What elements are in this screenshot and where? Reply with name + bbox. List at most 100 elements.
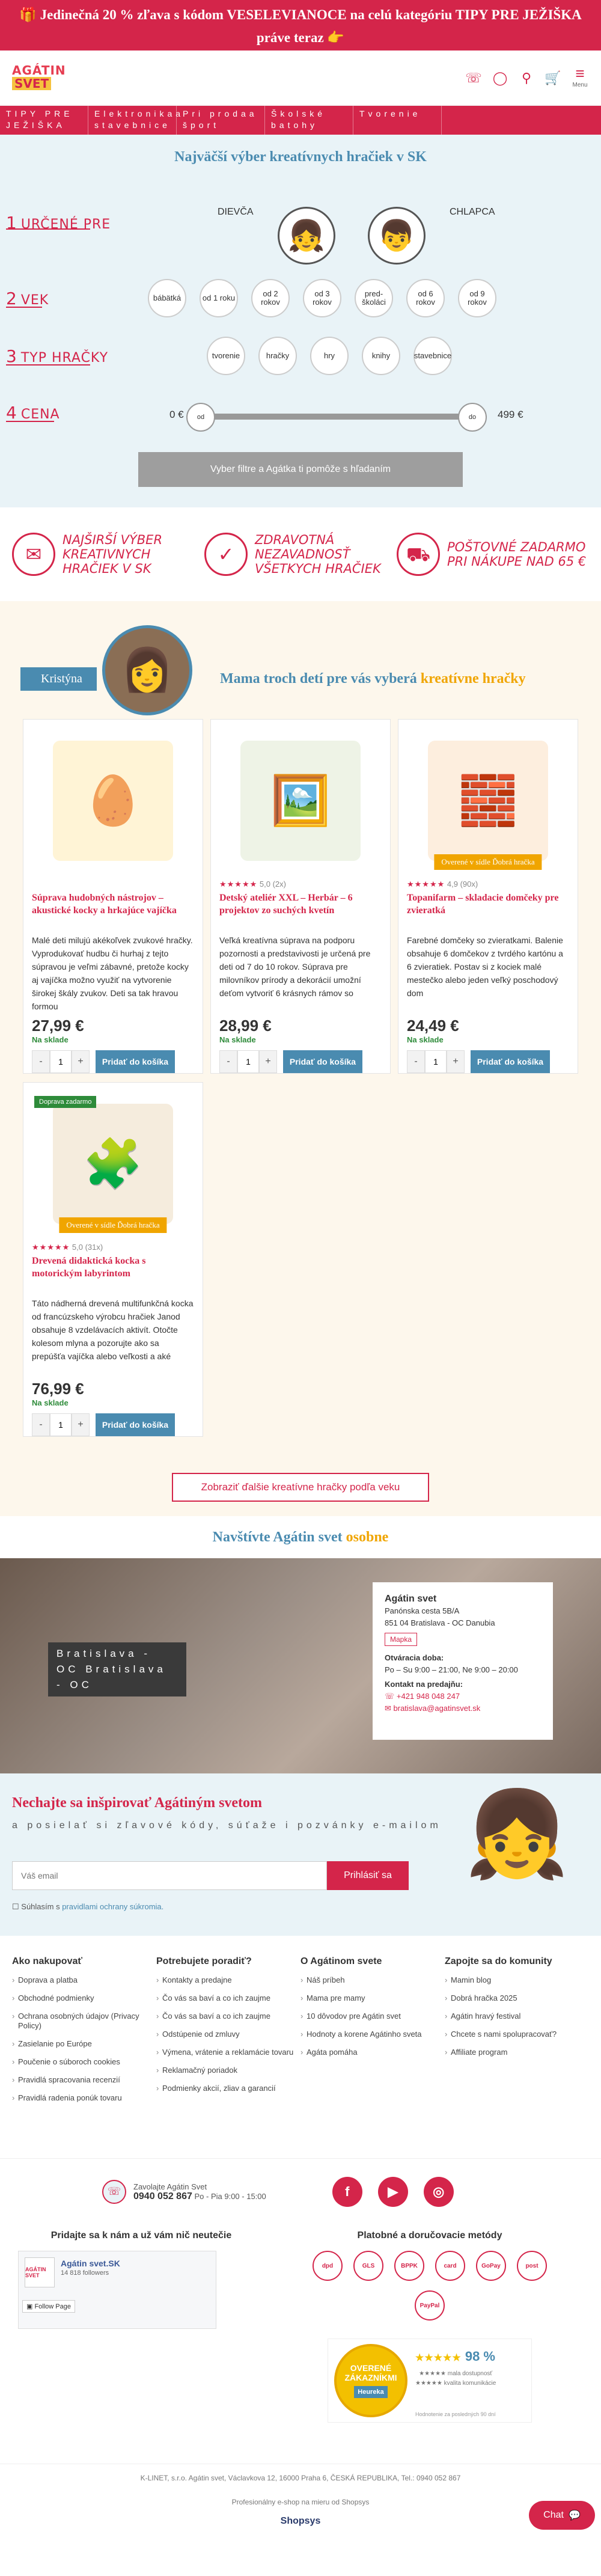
page-name[interactable]: Agátin svet.SK — [61, 2259, 120, 2268]
age-option[interactable]: od 1 roku — [200, 279, 238, 317]
phone-icon[interactable]: ☏ — [463, 67, 484, 89]
product-image[interactable]: 🖼️ — [219, 726, 382, 876]
footer-link[interactable]: Poučenie o súboroch cookies — [12, 2057, 156, 2067]
qty-increase-button[interactable]: + — [72, 1050, 90, 1073]
footer-link[interactable]: Mama pre mamy — [300, 1993, 445, 2003]
category-link[interactable]: Školské batohy — [265, 106, 353, 135]
boy-avatar-option[interactable]: 👦 — [368, 207, 426, 265]
type-option[interactable]: tvorenie — [207, 337, 245, 375]
price-slider-track[interactable] — [186, 414, 487, 420]
footer-link[interactable]: Chcete s nami spolupracovať? — [445, 2030, 589, 2039]
footer-link[interactable]: Zasielanie po Európe — [12, 2039, 156, 2049]
qty-decrease-button[interactable]: - — [32, 1413, 50, 1436]
footer-link[interactable]: Náš príbeh — [300, 1975, 445, 1985]
product-image[interactable]: 🥚 — [32, 726, 194, 876]
footer-link[interactable]: Výmena, vrátenie a reklamácie tovaru — [156, 2048, 300, 2057]
product-title[interactable]: Topanifarm – skladacie domčeky pre zvier… — [407, 892, 569, 930]
site-logo[interactable]: AGÁTIN SVET — [12, 64, 66, 93]
facebook-icon[interactable]: f — [332, 2176, 362, 2207]
instagram-icon[interactable]: ◎ — [423, 2176, 454, 2207]
footer-link[interactable]: 10 dôvodov pre Agátin svet — [300, 2012, 445, 2021]
qty-input[interactable] — [425, 1050, 447, 1073]
shopsys-logo[interactable]: Shopsys — [0, 2516, 601, 2527]
store-phone-link[interactable]: ☏ +421 948 048 247 — [385, 1690, 541, 1703]
map-button[interactable]: Mapka — [385, 1633, 418, 1646]
add-to-cart-button[interactable]: Pridať do košíka — [96, 1413, 175, 1436]
add-to-cart-button[interactable]: Pridať do košíka — [96, 1050, 175, 1073]
category-link[interactable]: Pri prodaa šport — [177, 106, 265, 135]
newsletter-subscribe-button[interactable]: Prihlásiť sa — [327, 1861, 409, 1890]
age-option[interactable]: od 3 rokov — [303, 279, 341, 317]
footer-link[interactable]: Ochrana osobných údajov (Privacy Policy) — [12, 2012, 156, 2031]
age-option[interactable]: od 2 rokov — [251, 279, 290, 317]
type-option[interactable]: knihy — [362, 337, 400, 375]
heureka-badge: OVERENÉ ZÁKAZNÍKMI Heureka — [334, 2344, 407, 2417]
qty-increase-button[interactable]: + — [447, 1050, 465, 1073]
product-image[interactable]: 🧱 Overené v sídle Ďobrá hračka — [407, 726, 569, 876]
chat-button[interactable]: Chat 💬 — [529, 2501, 595, 2530]
age-option[interactable]: bábätká — [148, 279, 186, 317]
qty-input[interactable] — [50, 1413, 72, 1436]
type-option[interactable]: hračky — [258, 337, 297, 375]
product-price: 27,99 € — [32, 1017, 84, 1035]
qty-decrease-button[interactable]: - — [32, 1050, 50, 1073]
qty-input[interactable] — [50, 1050, 72, 1073]
type-option[interactable]: stavebnice — [413, 337, 452, 375]
facebook-page-widget[interactable]: AGÁTIN SVET Agátin svet.SK 14 818 follow… — [18, 2251, 216, 2329]
newsletter-consent[interactable]: ☐ Súhlasím s pravidlami ochrany súkromia… — [12, 1902, 163, 1912]
footer-link[interactable]: Čo vás sa baví a co ich zaujme — [156, 2012, 300, 2021]
age-option[interactable]: pred-školáci — [355, 279, 393, 317]
show-more-toys-button[interactable]: Zobraziť ďalšie kreatívne hračky podľa v… — [172, 1473, 429, 1502]
user-icon[interactable]: ◯ — [489, 67, 511, 89]
add-to-cart-button[interactable]: Pridať do košíka — [471, 1050, 550, 1073]
age-option[interactable]: od 9 rokov — [458, 279, 496, 317]
footer-link[interactable]: Pravidlá radenia pon­úk tovaru — [12, 2093, 156, 2103]
footer-link[interactable]: Reklamačný poriadok — [156, 2066, 300, 2075]
follow-page-button[interactable]: ▣ Follow Page — [22, 2300, 75, 2313]
price-slider-max-handle[interactable]: do — [458, 403, 487, 432]
add-to-cart-button[interactable]: Pridať do košíka — [283, 1050, 362, 1073]
footer-link[interactable]: Mamin blog — [445, 1975, 589, 1985]
footer-link[interactable]: Affiliate program — [445, 2048, 589, 2057]
qty-increase-button[interactable]: + — [259, 1050, 277, 1073]
footer-link[interactable]: Odstúpenie od zmluvy — [156, 2030, 300, 2039]
shopsys-credit[interactable]: Profesionálny e-shop na mieru od Shopsys — [0, 2498, 601, 2506]
product-image[interactable]: Doprava zadarmo 🧩 Overené v sídle Ďobrá … — [32, 1089, 194, 1239]
footer-link[interactable]: Agátin hravý festival — [445, 2012, 589, 2021]
footer-link[interactable]: Agáta pomáha — [300, 2048, 445, 2057]
age-option[interactable]: od 6 rokov — [406, 279, 445, 317]
qty-decrease-button[interactable]: - — [407, 1050, 425, 1073]
footer-link[interactable]: Čo vás sa baví a co ich zaujme — [156, 1993, 300, 2003]
cart-icon[interactable]: 🛒 — [542, 67, 564, 89]
phone-contact[interactable]: Zavolajte Agátin Svet 0940 052 867 Po - … — [133, 2182, 266, 2201]
type-option[interactable]: hry — [310, 337, 349, 375]
youtube-icon[interactable]: ▶ — [377, 2176, 408, 2207]
product-title[interactable]: Súprava hudobných nástrojov – akustické … — [32, 892, 194, 930]
company-info: K-LINET, s.r.o. Agátin svet, Václavkova … — [140, 2474, 461, 2482]
category-link[interactable]: TIPY PRE JEŽIŠKA — [0, 106, 88, 135]
filter-help-button[interactable]: Vyber filtre a Agátka ti pomôže s hľadan… — [138, 452, 463, 487]
price-slider-min-handle[interactable]: od — [186, 403, 215, 432]
privacy-link[interactable]: pravidlami ochrany súkromia. — [62, 1902, 163, 1911]
store-email-link[interactable]: ✉ bratislava@agatinsvet.sk — [385, 1703, 541, 1715]
footer-link[interactable]: Hodnoty a korene Agátinho sveta — [300, 2030, 445, 2039]
product-title[interactable]: Drevená didaktická kocka s motorickým la… — [32, 1255, 194, 1293]
search-icon[interactable]: ⚲ — [516, 67, 537, 89]
heureka-widget[interactable]: OVERENÉ ZÁKAZNÍKMI Heureka ★★★★★ 98 % ★★… — [328, 2339, 532, 2423]
menu-button[interactable]: ≡ Menu — [569, 65, 591, 91]
promo-bar[interactable]: 🎁 Jedinečná 20 % zľava s kódom VESELEVIA… — [0, 0, 601, 50]
footer-link[interactable]: Dobrá hračka 2025 — [445, 1993, 589, 2003]
footer-link[interactable]: Podmienky akcií, zliav a garancií — [156, 2084, 300, 2093]
newsletter-email-input[interactable] — [12, 1861, 327, 1890]
girl-avatar-option[interactable]: 👧 — [278, 207, 335, 265]
footer-link[interactable]: Kontakty a predajne — [156, 1975, 300, 1985]
footer-link[interactable]: Doprava a platba — [12, 1975, 156, 1985]
qty-decrease-button[interactable]: - — [219, 1050, 237, 1073]
product-title[interactable]: Detský ateliér XXL – Herbár – 6 projekto… — [219, 892, 382, 930]
footer-link[interactable]: Pravidlá spracovania recenzií — [12, 2075, 156, 2085]
qty-input[interactable] — [237, 1050, 259, 1073]
footer-link[interactable]: Obchodné podmienky — [12, 1993, 156, 2003]
qty-increase-button[interactable]: + — [72, 1413, 90, 1436]
category-link[interactable]: Elektronikaa stavebnice — [88, 106, 180, 135]
category-link[interactable]: Tvorenie — [353, 106, 442, 135]
